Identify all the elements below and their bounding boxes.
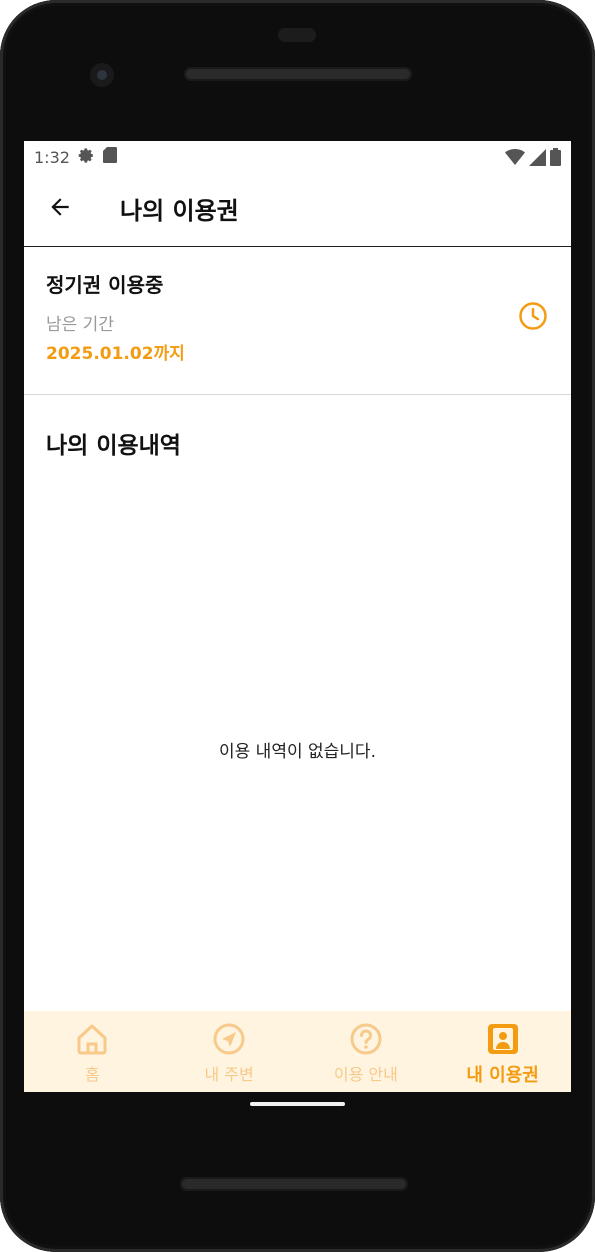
nav-label-home: 홈 bbox=[85, 1065, 100, 1084]
app-screen: 1:32 나의 이용권 정기권 이용중 남은 기간 2025.01.02까지 나… bbox=[24, 141, 571, 1092]
nav-item-my-pass[interactable]: 내 이용권 bbox=[434, 1011, 571, 1092]
nav-item-home[interactable]: 홈 bbox=[24, 1011, 161, 1092]
home-icon bbox=[74, 1021, 110, 1057]
pass-status: 정기권 이용중 bbox=[46, 273, 164, 297]
arrow-left-icon bbox=[47, 194, 73, 224]
help-icon bbox=[348, 1021, 384, 1057]
pass-card: 정기권 이용중 남은 기간 2025.01.02까지 bbox=[24, 247, 571, 395]
empty-history-message: 이용 내역이 없습니다. bbox=[219, 742, 376, 762]
history-section-title: 나의 이용내역 bbox=[46, 433, 181, 459]
nav-label-nearby: 내 주변 bbox=[204, 1065, 254, 1084]
nav-item-nearby[interactable]: 내 주변 bbox=[161, 1011, 298, 1092]
pass-expiry-date: 2025.01.02까지 bbox=[46, 344, 185, 364]
sd-card-icon bbox=[102, 147, 117, 167]
bottom-navigation: 홈 내 주변 이용 안내 내 이용권 bbox=[24, 1011, 571, 1092]
nav-label-guide: 이용 안내 bbox=[333, 1065, 398, 1084]
remaining-period-label: 남은 기간 bbox=[46, 315, 114, 335]
clock-icon bbox=[518, 302, 548, 335]
wifi-icon bbox=[505, 148, 525, 170]
battery-icon bbox=[550, 148, 561, 170]
earpiece bbox=[278, 28, 316, 42]
pass-card-icon bbox=[485, 1021, 521, 1057]
signal-icon bbox=[529, 148, 546, 170]
front-camera bbox=[90, 63, 114, 87]
pass-history-button[interactable] bbox=[518, 301, 550, 333]
nav-label-my-pass: 내 이용권 bbox=[466, 1065, 539, 1086]
back-button[interactable] bbox=[44, 193, 76, 225]
phone-frame: 1:32 나의 이용권 정기권 이용중 남은 기간 2025.01.02까지 나… bbox=[0, 0, 595, 1252]
app-bar: 나의 이용권 bbox=[24, 173, 571, 247]
nav-item-guide[interactable]: 이용 안내 bbox=[298, 1011, 435, 1092]
page-title: 나의 이용권 bbox=[120, 197, 239, 225]
status-right-icons bbox=[505, 148, 561, 170]
navigation-icon bbox=[211, 1021, 247, 1057]
home-indicator-bar[interactable] bbox=[250, 1102, 345, 1106]
gear-icon bbox=[78, 147, 95, 168]
top-speaker-grille bbox=[184, 67, 412, 81]
bottom-speaker-grille bbox=[180, 1177, 408, 1191]
status-bar: 1:32 bbox=[24, 141, 571, 173]
status-time: 1:32 bbox=[34, 147, 70, 167]
